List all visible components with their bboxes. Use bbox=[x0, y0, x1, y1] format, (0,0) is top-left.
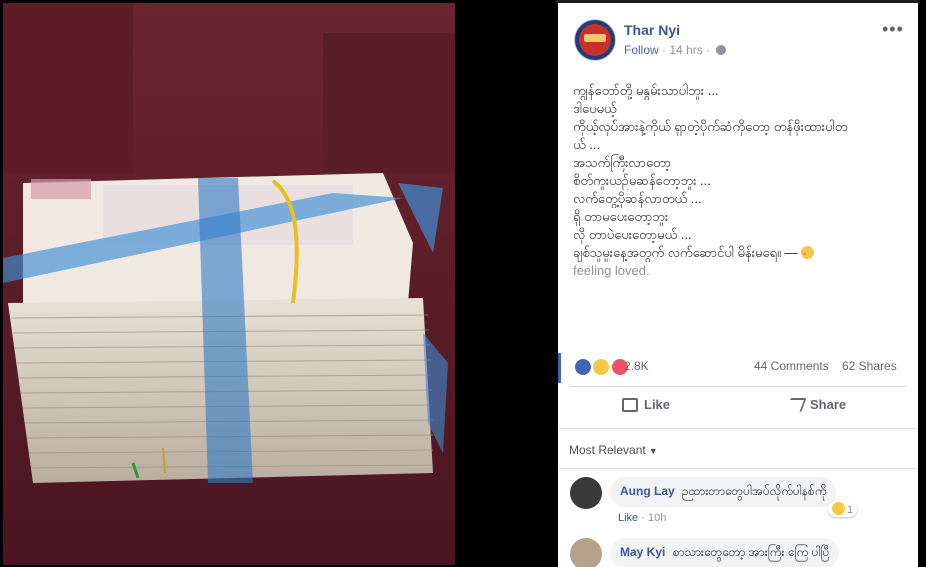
comments-count[interactable]: 44 Comments bbox=[754, 359, 829, 373]
comments-filter-label: Most Relevant bbox=[569, 443, 646, 457]
like-button[interactable]: Like bbox=[622, 397, 670, 412]
commenter-name[interactable]: Aung Lay bbox=[620, 484, 675, 498]
thumbs-up-icon bbox=[622, 398, 638, 412]
post-text-line: ချစ်သူမှုးနေ့အတွက် လက်ဆောင်ပါ မိန်းမရေ။ … bbox=[573, 244, 908, 262]
post-text: ကျွန်တော်တို့ မနွမ်းသာပါဘူး ... ဒါပေမယ့်… bbox=[573, 82, 908, 280]
page-avatar[interactable] bbox=[574, 19, 616, 61]
share-label: Share bbox=[810, 397, 847, 412]
share-arrow-icon bbox=[785, 398, 807, 412]
wow-reaction-icon bbox=[592, 358, 611, 376]
post-time[interactable]: 14 hrs bbox=[669, 43, 702, 57]
post-text-line: အသက်ကြီးလာတော့ bbox=[573, 155, 672, 170]
post-panel: Thar Nyi Follow · 14 hrs · ••• ကျွန်တော်… bbox=[558, 3, 918, 567]
post-text-line: ယ် ... bbox=[573, 137, 601, 152]
blush-emoji-icon bbox=[801, 246, 815, 259]
comment-text: စာသားတွေတော့ အားကြီး ကြေ ပါပြီ bbox=[672, 545, 830, 559]
comment-reaction-count: 1 bbox=[847, 504, 854, 516]
post-text-line: ရှိ တာမပေးတော့ဘူး bbox=[573, 209, 669, 224]
comments-filter[interactable]: Most Relevant ▼ bbox=[569, 443, 658, 457]
post-text-line: စိတ်ကူးယဉ်မဆန်တော့ဘူး ... bbox=[573, 173, 711, 188]
post-text-line: ကျွန်တော်တို့ မနွမ်းသာပါဘူး ... bbox=[573, 83, 719, 98]
globe-icon bbox=[716, 45, 727, 55]
right-edge bbox=[918, 0, 926, 567]
author-name[interactable]: Thar Nyi bbox=[624, 22, 680, 38]
post-text-last: ချစ်သူမှုးနေ့အတွက် လက်ဆောင်ပါ မိန်းမရေ။ … bbox=[573, 245, 798, 260]
divider bbox=[558, 428, 918, 429]
comment-bubble: May Kyi စာသားတွေတော့ အားကြီး ကြေ ပါပြီ bbox=[610, 538, 840, 567]
photo-viewer bbox=[0, 0, 555, 567]
like-reaction-icon bbox=[574, 358, 592, 376]
shares-count[interactable]: 62 Shares bbox=[842, 359, 897, 373]
divider bbox=[570, 386, 906, 387]
caret-down-icon: ▼ bbox=[648, 446, 658, 456]
post-photo[interactable] bbox=[3, 3, 455, 565]
commenter-name[interactable]: May Kyi bbox=[620, 545, 665, 559]
post-meta: Follow · 14 hrs · bbox=[624, 43, 727, 57]
feeling-label: feeling loved. bbox=[573, 263, 650, 278]
accent-bar bbox=[558, 353, 561, 383]
post-text-line: လို တာပဲပေးတော့မယ် ... bbox=[573, 227, 692, 242]
comment-time[interactable]: 10h bbox=[648, 512, 666, 524]
follow-link[interactable]: Follow bbox=[624, 43, 659, 57]
haha-reaction-icon bbox=[832, 502, 845, 515]
comment-like-link[interactable]: Like bbox=[618, 512, 638, 524]
reaction-icons[interactable] bbox=[574, 358, 629, 378]
like-label: Like bbox=[644, 397, 671, 412]
comment-text: ဉထားတာတွေပါအပ်လိုက်ပါနစ်ကို bbox=[682, 484, 827, 498]
banknote-stack-image bbox=[3, 3, 455, 565]
post-text-line: လက်တွေ့ပိုဆန်လာတယ် ... bbox=[573, 191, 702, 206]
comment-bubble: Aung Lay ဉထားတာတွေပါအပ်လိုက်ပါနစ်ကို bbox=[610, 477, 837, 507]
comment-actions: Like · 10h bbox=[618, 512, 667, 524]
commenter-avatar[interactable] bbox=[570, 538, 602, 567]
comment-reaction-badge[interactable]: 1 bbox=[828, 501, 858, 517]
share-button[interactable]: Share bbox=[785, 397, 847, 412]
commenter-avatar[interactable] bbox=[570, 477, 602, 509]
post-text-line: ဒါပေမယ့် bbox=[573, 101, 617, 116]
post-text-line: ကိုယ့်လုပ်အားနဲ့ကိုယ် ရှာတဲ့ပိုက်ဆံကိုတေ… bbox=[573, 119, 848, 134]
divider bbox=[558, 468, 918, 469]
reaction-count[interactable]: 2.8K bbox=[624, 359, 649, 373]
more-options-icon[interactable]: ••• bbox=[882, 19, 904, 40]
